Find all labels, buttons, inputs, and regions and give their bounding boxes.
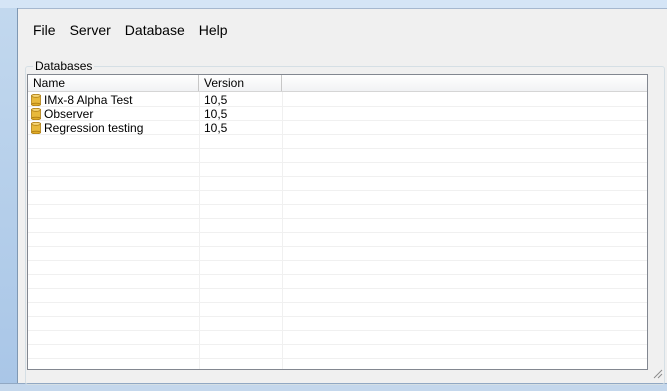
database-icon <box>31 122 41 134</box>
menu-help[interactable]: Help <box>192 20 235 40</box>
column-header-name[interactable]: Name <box>28 75 199 91</box>
grid-line-row <box>28 316 647 317</box>
menu-bar: File Server Database Help <box>26 19 235 41</box>
grid-line-row <box>28 274 647 275</box>
resize-grip-icon[interactable] <box>651 367 663 379</box>
grid-line-row <box>28 288 647 289</box>
grid-line-row <box>28 204 647 205</box>
menu-database[interactable]: Database <box>118 20 192 40</box>
grid-line-row <box>28 162 647 163</box>
list-item[interactable]: Regression testing 10,5 <box>28 121 647 135</box>
app-window: File Server Database Help Databases Name… <box>0 0 667 391</box>
window-left-border <box>0 8 18 383</box>
list-item-name: Observer <box>44 107 94 121</box>
menu-file[interactable]: File <box>26 20 63 40</box>
grid-line-row <box>28 344 647 345</box>
list-item-version: 10,5 <box>204 93 228 107</box>
grid-line-row <box>28 148 647 149</box>
grid-line-row <box>28 176 647 177</box>
grid-line-row <box>28 218 647 219</box>
databases-list[interactable]: Name Version IMx-8 Alpha Test 10,5 Obser… <box>27 74 648 370</box>
list-item-name: IMx-8 Alpha Test <box>44 93 133 107</box>
window-top-border <box>0 0 667 9</box>
database-icon <box>31 108 41 120</box>
menu-server[interactable]: Server <box>63 20 118 40</box>
database-icon <box>31 94 41 106</box>
grid-line-row <box>28 232 647 233</box>
list-item-name: Regression testing <box>44 121 144 135</box>
list-item[interactable]: IMx-8 Alpha Test 10,5 <box>28 93 647 107</box>
list-header: Name Version <box>28 75 647 92</box>
databases-group-label: Databases <box>33 59 95 73</box>
grid-line-row <box>28 190 647 191</box>
list-item[interactable]: Observer 10,5 <box>28 107 647 121</box>
grid-line-row <box>28 302 647 303</box>
grid-line-row <box>28 330 647 331</box>
grid-line-row <box>28 246 647 247</box>
list-item-version: 10,5 <box>204 107 228 121</box>
list-item-version: 10,5 <box>204 121 228 135</box>
column-header-version[interactable]: Version <box>199 75 282 91</box>
grid-line-row <box>28 358 647 359</box>
grid-line-row <box>28 260 647 261</box>
